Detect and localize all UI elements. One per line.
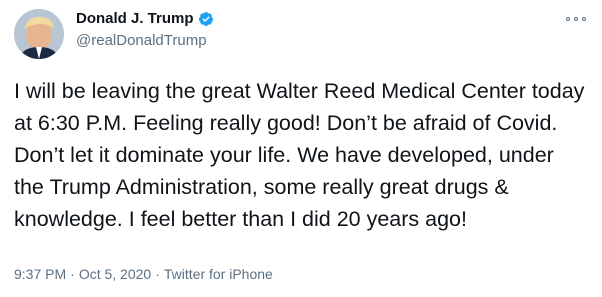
verified-badge-icon <box>198 11 214 27</box>
tweet-source[interactable]: Twitter for iPhone <box>164 266 273 282</box>
tweet-time[interactable]: 9:37 PM <box>14 266 66 282</box>
author-display-name[interactable]: Donald J. Trump <box>76 10 194 27</box>
avatar[interactable] <box>14 9 64 59</box>
avatar-image <box>14 9 64 59</box>
tweet-date[interactable]: Oct 5, 2020 <box>79 266 151 282</box>
tweet-text: I will be leaving the great Walter Reed … <box>14 79 585 231</box>
tweet-meta: 9:37 PM · Oct 5, 2020 · Twitter for iPho… <box>14 266 273 282</box>
meta-separator: · <box>155 266 160 282</box>
tweet-card: Donald J. Trump @realDonaldTrump I will … <box>0 0 602 297</box>
author-handle[interactable]: @realDonaldTrump <box>76 32 207 49</box>
more-options-icon[interactable] <box>566 12 586 26</box>
meta-separator: · <box>70 266 75 282</box>
author-name-row[interactable]: Donald J. Trump <box>76 10 214 27</box>
